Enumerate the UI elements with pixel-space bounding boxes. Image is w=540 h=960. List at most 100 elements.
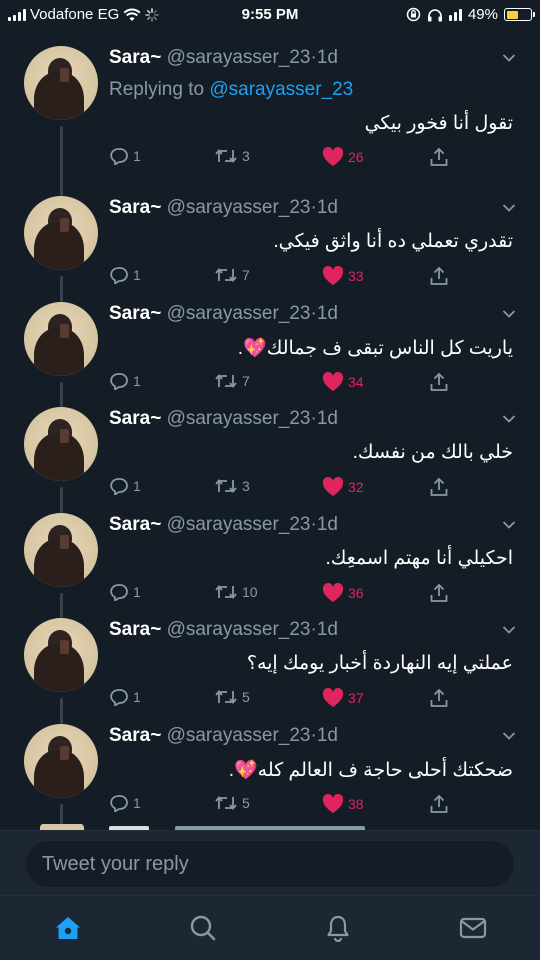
bottom-tab-bar	[0, 895, 540, 960]
retweet-button[interactable]: 5	[214, 688, 250, 706]
chevron-down-icon[interactable]	[502, 50, 516, 62]
status-right: 49%	[406, 6, 535, 23]
tweet-item[interactable]: Sara~ @sarayasser_23·1d عملتي إيه النهار…	[0, 602, 540, 724]
heart-icon	[322, 477, 344, 497]
home-icon	[56, 917, 80, 939]
retweet-button[interactable]: 10	[214, 583, 258, 601]
reply-button[interactable]: 1	[109, 794, 141, 812]
share-button[interactable]	[429, 688, 449, 708]
avatar[interactable]	[24, 512, 98, 587]
user-handle[interactable]: @sarayasser_23	[167, 514, 311, 535]
tweet-text: تقدري تعملي ده أنا واثق فيكي.	[273, 231, 513, 252]
share-button[interactable]	[429, 477, 449, 497]
tweet-time: 1d	[316, 197, 338, 218]
like-button[interactable]: 36	[322, 582, 364, 603]
tab-notifications[interactable]	[322, 912, 354, 944]
reply-button[interactable]: 1	[109, 583, 141, 601]
user-handle[interactable]: @sarayasser_23	[167, 197, 311, 218]
retweet-button[interactable]: 7	[214, 372, 250, 390]
reply-button[interactable]: 1	[109, 477, 141, 495]
retweet-button[interactable]: 7	[214, 266, 250, 284]
like-count: 33	[348, 268, 364, 284]
tweet-time: 1d	[316, 619, 338, 640]
tweet-item[interactable]: Sara~ @sarayasser_23·1d تقدري تعملي ده أ…	[0, 180, 540, 302]
like-button[interactable]: 34	[322, 371, 364, 392]
tweet-header: Sara~ @sarayasser_23·1d	[109, 513, 338, 535]
like-count: 32	[348, 479, 364, 495]
tab-messages[interactable]	[457, 912, 489, 944]
tab-search[interactable]	[187, 912, 219, 944]
tweet-item[interactable]: Sara~ @sarayasser_23·1d ضحكتك أحلى حاجة …	[0, 708, 540, 829]
tweet-item[interactable]: Sara~ @sarayasser_23·1d Replying to @sar…	[0, 30, 540, 196]
user-handle[interactable]: @sarayasser_23	[167, 408, 311, 429]
like-button[interactable]: 33	[322, 266, 364, 286]
heart-icon	[322, 371, 344, 392]
tweet-item[interactable]: Sara~ @sarayasser_23·1d ياريت كل الناس ت…	[0, 286, 540, 407]
user-handle[interactable]: @sarayasser_23	[167, 619, 311, 640]
replying-to-link[interactable]: @sarayasser_23	[209, 79, 353, 100]
reply-button[interactable]: 1	[109, 266, 141, 284]
chevron-down-icon[interactable]	[502, 622, 516, 634]
bell-icon	[327, 915, 349, 942]
avatar[interactable]	[24, 407, 98, 481]
share-button[interactable]	[429, 794, 449, 814]
tweet-text: ضحكتك أحلى حاجة ف العالم كله💖.	[228, 759, 513, 781]
like-button[interactable]: 32	[322, 477, 364, 497]
share-button[interactable]	[429, 147, 449, 167]
like-button[interactable]: 38	[322, 793, 364, 814]
retweet-icon	[214, 266, 238, 284]
display-name[interactable]: Sara~	[109, 725, 161, 746]
chevron-down-icon[interactable]	[502, 517, 516, 529]
display-name[interactable]: Sara~	[109, 47, 161, 68]
replying-to-label: Replying to	[109, 79, 205, 100]
chevron-down-icon[interactable]	[502, 200, 516, 212]
retweet-count: 7	[242, 372, 250, 389]
share-icon	[429, 688, 449, 708]
avatar[interactable]	[24, 46, 98, 120]
display-name[interactable]: Sara~	[109, 197, 161, 218]
search-icon	[190, 915, 216, 941]
tweet-actions: 1 5 38	[109, 793, 459, 816]
avatar[interactable]	[24, 723, 98, 798]
reply-count: 1	[133, 583, 141, 600]
share-button[interactable]	[429, 583, 449, 603]
user-handle[interactable]: @sarayasser_23	[167, 303, 311, 324]
avatar[interactable]	[24, 196, 98, 270]
display-name[interactable]: Sara~	[109, 619, 161, 640]
avatar[interactable]	[24, 301, 98, 376]
retweet-button[interactable]: 3	[214, 477, 250, 495]
retweet-button[interactable]: 5	[214, 794, 250, 812]
retweet-button[interactable]: 3	[214, 147, 250, 165]
tweet-thread[interactable]: Sara~ @sarayasser_23·1d Replying to @sar…	[0, 30, 540, 830]
reply-input[interactable]	[26, 841, 514, 887]
rotation-lock-icon	[406, 7, 421, 22]
chevron-down-icon[interactable]	[502, 306, 516, 318]
display-name[interactable]: Sara~	[109, 408, 161, 429]
chevron-down-icon[interactable]	[502, 411, 516, 423]
like-count: 36	[348, 584, 364, 601]
battery-percent: 49%	[467, 6, 498, 23]
reply-button[interactable]: 1	[109, 372, 141, 390]
tweet-actions: 1 3 26	[109, 147, 459, 169]
user-handle[interactable]: @sarayasser_23	[167, 47, 311, 68]
retweet-count: 7	[242, 267, 250, 283]
avatar[interactable]	[24, 618, 98, 692]
tweet-header: Sara~ @sarayasser_23·1d	[109, 197, 338, 218]
tab-home[interactable]	[52, 912, 84, 944]
display-name[interactable]: Sara~	[109, 514, 161, 535]
reply-count: 1	[133, 794, 141, 811]
tweet-item[interactable]: Sara~ @sarayasser_23·1d خلي بالك من نفسك…	[0, 391, 540, 513]
like-button[interactable]: 37	[322, 688, 364, 708]
display-name[interactable]: Sara~	[109, 303, 161, 324]
chevron-down-icon[interactable]	[502, 728, 516, 740]
like-button[interactable]: 26	[322, 147, 364, 167]
reply-button[interactable]: 1	[109, 688, 141, 706]
tweet-item[interactable]: Sara~ @sarayasser_23·1d احكيلي أنا مهتم …	[0, 497, 540, 618]
share-button[interactable]	[429, 372, 449, 392]
reply-button[interactable]: 1	[109, 147, 141, 165]
share-button[interactable]	[429, 266, 449, 286]
user-handle[interactable]: @sarayasser_23	[167, 725, 311, 746]
tweet-time: 1d	[316, 513, 338, 535]
reply-count: 1	[133, 267, 141, 283]
share-icon	[429, 266, 449, 286]
